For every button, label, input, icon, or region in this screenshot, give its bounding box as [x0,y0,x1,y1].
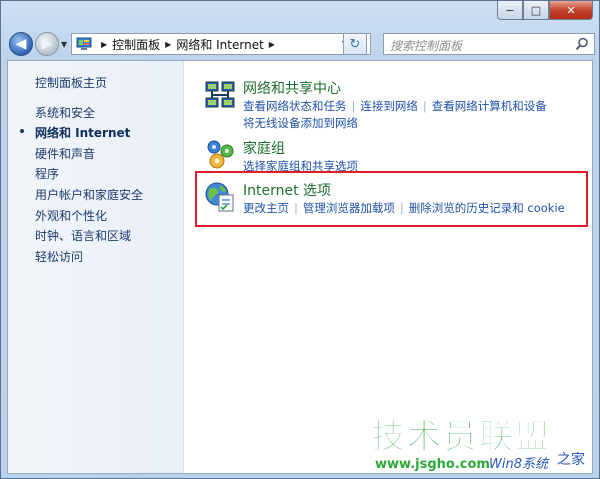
sidebar-item-appearance[interactable]: 外观和个性化 [35,207,107,224]
sidebar-item-network-internet[interactable]: 网络和 Internet [35,124,130,141]
category-network-sharing: 网络和共享中心 查看网络状态和任务 | 连接到网络 | 查看网络计算机和设备 将无线设备… [203,78,583,132]
breadcrumb-network-internet[interactable]: 网络和 Internet [176,36,263,53]
navigation-bar: ◀ ▶ ▼ ▶ 控制面板 ▶ 网络和 Internet ▶ ▼ ↻ 搜索控制面板 [7,30,595,58]
forward-button[interactable]: ▶ [35,32,59,56]
category-title[interactable]: Internet 选项 [243,180,331,200]
homegroup-icon [207,140,234,169]
link-separator: | [422,99,427,113]
watermark-win8: Win8系统 [489,457,548,472]
link-add-wireless-device[interactable]: 将无线设备添加到网络 [243,116,358,130]
link-change-homepage[interactable]: 更改主页 [243,201,289,215]
address-bar[interactable]: ▶ 控制面板 ▶ 网络和 Internet ▶ ▼ [71,33,371,55]
category-title[interactable]: 网络和共享中心 [243,78,341,98]
link-view-network-computers[interactable]: 查看网络计算机和设备 [432,99,547,113]
arrow-left-icon: ◀ [15,36,27,52]
link-connect-network[interactable]: 连接到网络 [360,99,418,113]
watermark-logo-text: 技术员联盟 [371,417,551,458]
chevron-right-icon: ▶ [268,39,275,49]
sidebar-item-programs[interactable]: 程序 [35,165,59,182]
sidebar-item-user-accounts[interactable]: 用户帐户和家庭安全 [35,186,143,203]
search-input[interactable]: 搜索控制面板 [390,37,462,54]
link-delete-history[interactable]: 删除浏览的历史记录和 cookie [409,201,565,215]
minimize-button[interactable]: − [497,1,523,20]
category-links-row2: 将无线设备添加到网络 [243,115,358,131]
refresh-icon: ↻ [349,36,361,52]
chevron-right-icon: ▶ [101,39,108,49]
back-button[interactable]: ◀ [9,32,33,56]
sidebar-item-ease-of-access[interactable]: 轻松访问 [35,248,83,265]
control-panel-icon [76,37,92,50]
breadcrumb-control-panel[interactable]: 控制面板 [112,36,160,53]
active-bullet [20,129,24,133]
watermark-home: 之家 [557,452,585,468]
link-manage-addons[interactable]: 管理浏览器加载项 [303,201,395,215]
link-separator: | [351,99,356,113]
title-bar[interactable]: − □ ✕ [1,1,599,29]
category-homegroup: 家庭组 选择家庭组和共享选项 [203,138,583,174]
maximize-button[interactable]: □ [523,1,549,20]
watermark-url: www.jsgho.com [375,457,490,472]
category-internet-options: Internet 选项 更改主页 | 管理浏览器加载项 | 删除浏览的历史记录和 coo… [203,180,583,216]
sidebar-item-home[interactable]: 控制面板主页 [35,74,107,91]
network-sharing-icon [205,81,235,108]
internet-options-icon [205,182,234,212]
category-links: 更改主页 | 管理浏览器加载项 | 删除浏览的历史记录和 cookie [243,200,565,216]
refresh-button[interactable]: ↻ [343,33,367,55]
search-box[interactable]: 搜索控制面板 [383,33,595,55]
arrow-right-icon: ▶ [41,36,53,52]
sidebar-item-hardware-sound[interactable]: 硬件和声音 [35,145,95,162]
category-links: 查看网络状态和任务 | 连接到网络 | 查看网络计算机和设备 [243,98,547,114]
link-separator: | [399,201,404,215]
watermark: 技术员联盟 www.jsgho.com Win8系统 之家 [371,409,600,479]
search-icon[interactable] [575,37,589,51]
category-title[interactable]: 家庭组 [243,138,285,158]
link-view-network-status[interactable]: 查看网络状态和任务 [243,99,347,113]
recent-pages-dropdown[interactable]: ▼ [61,40,67,49]
caption-buttons: − □ ✕ [497,1,593,21]
control-panel-window: − □ ✕ ◀ ▶ ▼ ▶ 控制面板 ▶ 网络和 Internet ▶ ▼ [0,0,600,479]
sidebar: 控制面板主页 系统和安全 网络和 Internet 硬件和声音 程序 用户帐户和… [8,61,184,473]
link-separator: | [294,201,298,215]
close-button[interactable]: ✕ [549,1,593,20]
chevron-right-icon: ▶ [165,39,172,49]
sidebar-item-clock-region[interactable]: 时钟、语言和区域 [35,227,131,244]
sidebar-item-system-security[interactable]: 系统和安全 [35,104,95,121]
